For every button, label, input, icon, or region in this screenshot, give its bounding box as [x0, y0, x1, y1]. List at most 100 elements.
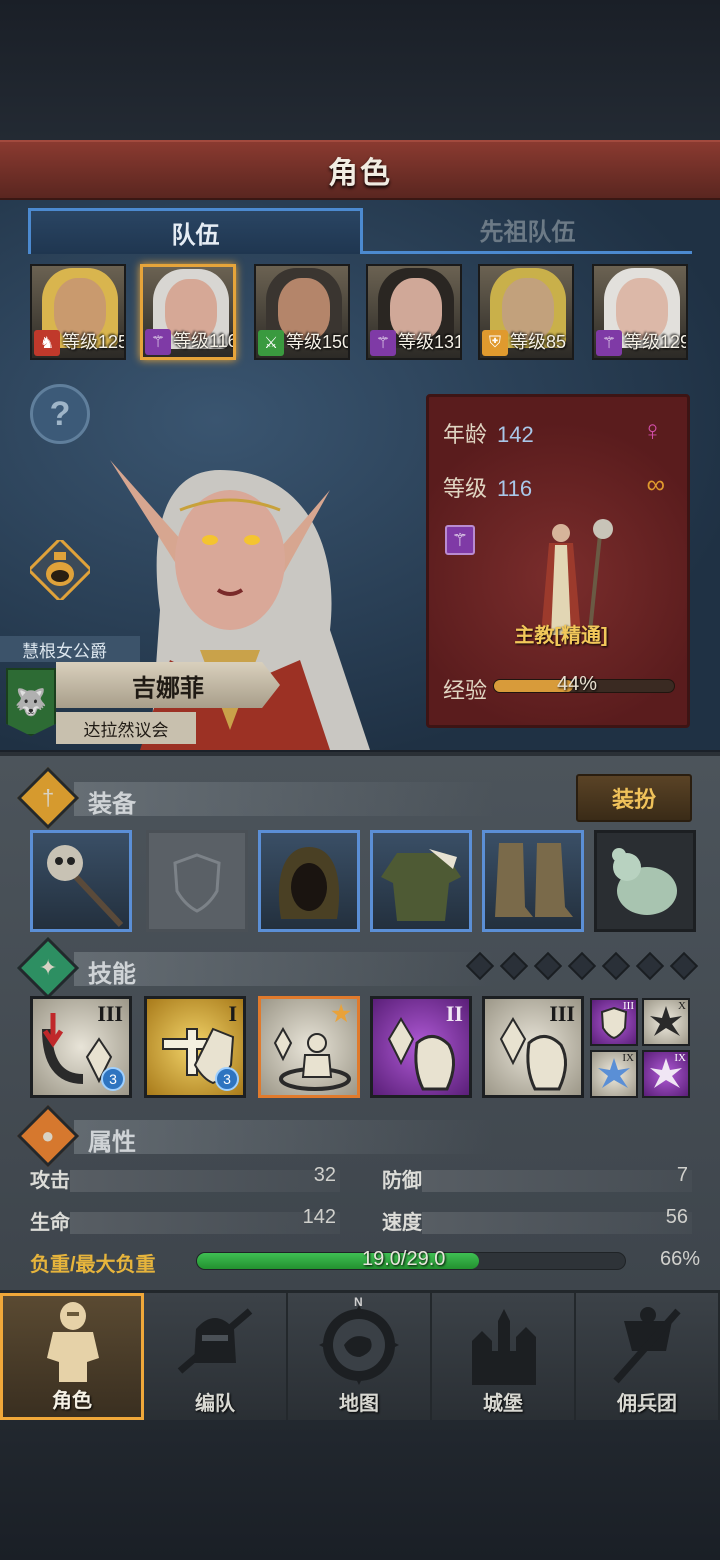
nav-map[interactable]: N 地图	[288, 1293, 432, 1420]
team-tabs: 队伍 先祖队伍	[28, 208, 692, 254]
team-member-4[interactable]: ⚚ 等级131	[366, 264, 462, 360]
sword-icon: †	[16, 766, 80, 830]
speed-label: 速度	[382, 1212, 422, 1234]
boots-icon	[495, 843, 573, 917]
load-label: 负重/最大负重	[30, 1254, 156, 1276]
speed-value: 56	[665, 1206, 688, 1228]
person-icon: ●	[16, 1104, 80, 1168]
nav-character[interactable]: 角色	[0, 1293, 144, 1420]
equip-slot-weapon[interactable]	[30, 830, 132, 932]
equip-slot-shield[interactable]	[146, 830, 248, 932]
horse-icon: ♞	[34, 330, 60, 356]
mercenary-banner-icon	[613, 1307, 681, 1384]
staff-icon: ⚚	[596, 330, 622, 356]
female-icon: ♀	[642, 415, 663, 446]
passive-skill-2[interactable]: X	[642, 998, 690, 1046]
team-member-1[interactable]: ♞ 等级125	[30, 264, 126, 360]
member-level: 等级85	[510, 332, 567, 352]
attack-value: 32	[313, 1164, 336, 1186]
member-level: 等级125	[62, 332, 126, 352]
attributes-section-header: ● 属性	[16, 1104, 696, 1168]
noble-title: 慧根女公爵	[0, 636, 140, 662]
compass-north-label: N	[354, 1295, 363, 1309]
equip-slot-accessory[interactable]	[594, 830, 696, 932]
hood-icon	[278, 847, 340, 919]
member-level: 等级131	[398, 332, 462, 352]
passive-skill-1[interactable]: III	[590, 998, 638, 1046]
marriage-ring-icon[interactable]: ∞	[646, 469, 665, 500]
skill-row: III 3 I 3 ★ II III III X IX IX	[30, 996, 694, 1100]
passive-skill-3[interactable]: IX	[590, 1050, 638, 1098]
tab-team[interactable]: 队伍	[28, 208, 363, 254]
stat-speed: 速度 56	[382, 1206, 692, 1236]
equipment-label: 装备	[88, 791, 136, 818]
tunic-icon	[381, 849, 461, 921]
age-value: 142	[497, 422, 534, 447]
member-level: 等级116	[173, 331, 236, 351]
hp-label: 生命	[30, 1212, 70, 1234]
star-icon: ✦	[16, 936, 80, 1000]
attributes-label: 属性	[88, 1129, 136, 1156]
level-label: 等级	[443, 476, 488, 501]
equip-slot-boots[interactable]	[482, 830, 584, 932]
age-label: 年龄	[443, 422, 488, 447]
jade-mouse-icon	[612, 848, 677, 915]
sword-icon: ⚔	[258, 330, 284, 356]
member-level: 等级150	[286, 332, 350, 352]
exp-label: 经验	[443, 678, 488, 703]
skill-2[interactable]: I 3	[144, 996, 246, 1098]
shield-placeholder-icon	[173, 853, 221, 913]
team-member-row: ♞ 等级125 ⚚ 等级116 ⚔ 等级150 ⚚ 等级131 ⛨ 等级85 ⚚…	[30, 264, 690, 362]
staff-icon: ⚚	[445, 525, 475, 555]
nav-castle[interactable]: 城堡	[432, 1293, 576, 1420]
knight-icon	[47, 1302, 99, 1382]
class-name: 主教[精通]	[514, 625, 608, 647]
wolf-banner-icon: 🐺	[6, 668, 56, 736]
nav-mercenary[interactable]: 佣兵团	[576, 1293, 720, 1420]
skill-4[interactable]: II	[370, 996, 472, 1098]
shield-icon: ⛨	[482, 330, 508, 356]
stat-defense: 防御 7	[382, 1164, 692, 1194]
level-row: 等级 116	[443, 471, 532, 503]
stat-hp: 生命 142	[30, 1206, 340, 1236]
dress-up-button[interactable]: 装扮	[576, 774, 692, 822]
helmet-sword-icon	[177, 1308, 253, 1374]
page-title: 角色	[328, 157, 392, 190]
skull-staff-icon	[47, 845, 124, 928]
defense-label: 防御	[382, 1170, 422, 1192]
skills-label: 技能	[88, 961, 136, 988]
skill-slot-indicators	[465, 951, 699, 981]
team-member-5[interactable]: ⛨ 等级85	[478, 264, 574, 360]
equip-slot-helmet[interactable]	[258, 830, 360, 932]
character-name: 吉娜菲	[56, 662, 280, 708]
tab-ancestor-team[interactable]: 先祖队伍	[363, 208, 692, 254]
character-info-panel: 年龄 142 ♀ 等级 116 ∞ ⚚ 主教[精通] 经验 44%	[426, 394, 690, 728]
exp-percent: 44%	[557, 673, 598, 695]
load-value: 19.0/29.0	[362, 1248, 446, 1270]
skill-1[interactable]: III 3	[30, 996, 132, 1098]
passive-skill-4[interactable]: IX	[642, 1050, 690, 1098]
defense-value: 7	[676, 1164, 688, 1186]
team-member-2[interactable]: ⚚ 等级116	[140, 264, 236, 360]
compass-map-icon	[319, 1305, 399, 1385]
equip-slot-armor[interactable]	[370, 830, 472, 932]
team-member-3[interactable]: ⚔ 等级150	[254, 264, 350, 360]
equipment-row	[30, 830, 696, 934]
stat-attack: 攻击 32	[30, 1164, 340, 1194]
level-value: 116	[497, 476, 533, 501]
faction-name: 达拉然议会	[56, 712, 196, 744]
staff-icon: ⚚	[370, 330, 396, 356]
attack-label: 攻击	[30, 1170, 70, 1192]
staff-icon: ⚚	[145, 329, 171, 355]
member-level: 等级129	[624, 332, 688, 352]
bottom-backdrop	[0, 1420, 720, 1560]
star-icon: ★	[331, 1001, 351, 1026]
skill-3[interactable]: ★	[258, 996, 360, 1098]
nav-formation[interactable]: 编队	[144, 1293, 288, 1420]
skill-5[interactable]: III	[482, 996, 584, 1098]
page-title-bar: 角色	[0, 140, 720, 200]
top-backdrop	[0, 0, 720, 140]
team-member-6[interactable]: ⚚ 等级129	[592, 264, 688, 360]
hp-value: 142	[302, 1206, 336, 1228]
age-row: 年龄 142	[443, 417, 534, 449]
